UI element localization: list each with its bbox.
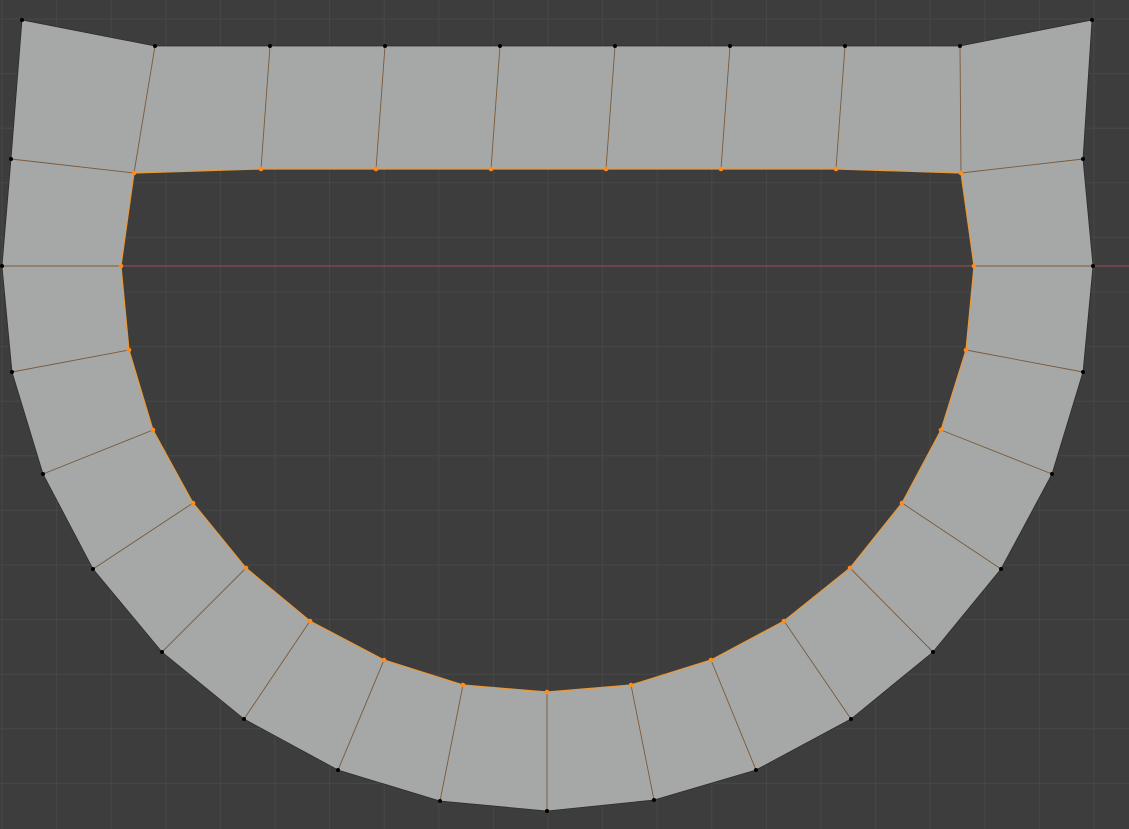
mesh-vertex[interactable] [10,370,14,374]
mesh-vertex-selected[interactable] [126,347,132,353]
mesh-vertex-selected[interactable] [708,657,714,663]
mesh-vertex-selected[interactable] [258,166,264,172]
mesh-vertex-selected[interactable] [958,170,964,176]
mesh-vertex[interactable] [754,768,758,772]
mesh-vertex[interactable] [843,44,847,48]
mesh-vertex-selected[interactable] [243,565,249,571]
mesh-vertex[interactable] [91,567,95,571]
mesh-vertex[interactable] [242,717,246,721]
mesh-vertex[interactable] [1091,264,1095,268]
mesh-vertex-selected[interactable] [833,166,839,172]
mesh-vertex-selected[interactable] [847,565,853,571]
mesh-vertex[interactable] [931,650,935,654]
mesh-vertex[interactable] [1050,472,1054,476]
mesh-vertex[interactable] [498,44,502,48]
mesh-vertex-selected[interactable] [603,166,609,172]
mesh-vertex[interactable] [1090,18,1094,22]
mesh-vertex-selected[interactable] [460,682,466,688]
mesh-vertex[interactable] [20,18,24,22]
mesh-vertex-selected[interactable] [781,618,787,624]
mesh-vertex-selected[interactable] [971,263,977,269]
mesh-vertex-selected[interactable] [938,427,944,433]
mesh-vertex[interactable] [1081,370,1085,374]
mesh-vertex[interactable] [613,44,617,48]
mesh-vertex[interactable] [160,650,164,654]
mesh-vertex-selected[interactable] [118,263,124,269]
mesh-vertex-selected[interactable] [150,427,156,433]
mesh-vertex-selected[interactable] [963,347,969,353]
mesh-vertex-selected[interactable] [307,618,313,624]
mesh-vertex[interactable] [268,44,272,48]
mesh-vertex[interactable] [958,44,962,48]
mesh-vertex-selected[interactable] [131,170,137,176]
mesh-vertex[interactable] [999,567,1003,571]
mesh-vertex[interactable] [336,768,340,772]
mesh-vertex-selected[interactable] [488,166,494,172]
mesh-vertex-selected[interactable] [190,500,196,506]
mesh-vertex-selected[interactable] [544,689,550,695]
mesh-vertex-selected[interactable] [381,657,387,663]
mesh-vertex[interactable] [1081,157,1085,161]
mesh-vertex[interactable] [383,44,387,48]
mesh-vertex-selected[interactable] [373,166,379,172]
mesh-vertex[interactable] [9,157,13,161]
mesh-vertex-selected[interactable] [718,166,724,172]
mesh-vertex[interactable] [545,809,549,813]
mesh-vertex[interactable] [41,472,45,476]
mesh-vertex[interactable] [652,798,656,802]
mesh-vertex[interactable] [153,44,157,48]
mesh-vertex[interactable] [0,264,4,268]
mesh-vertex[interactable] [728,44,732,48]
mesh-vertex-selected[interactable] [899,500,905,506]
3d-viewport[interactable] [0,0,1129,829]
mesh-vertex-selected[interactable] [628,682,634,688]
mesh-vertex[interactable] [849,717,853,721]
viewport-canvas[interactable] [0,0,1129,829]
mesh-vertex[interactable] [438,799,442,803]
